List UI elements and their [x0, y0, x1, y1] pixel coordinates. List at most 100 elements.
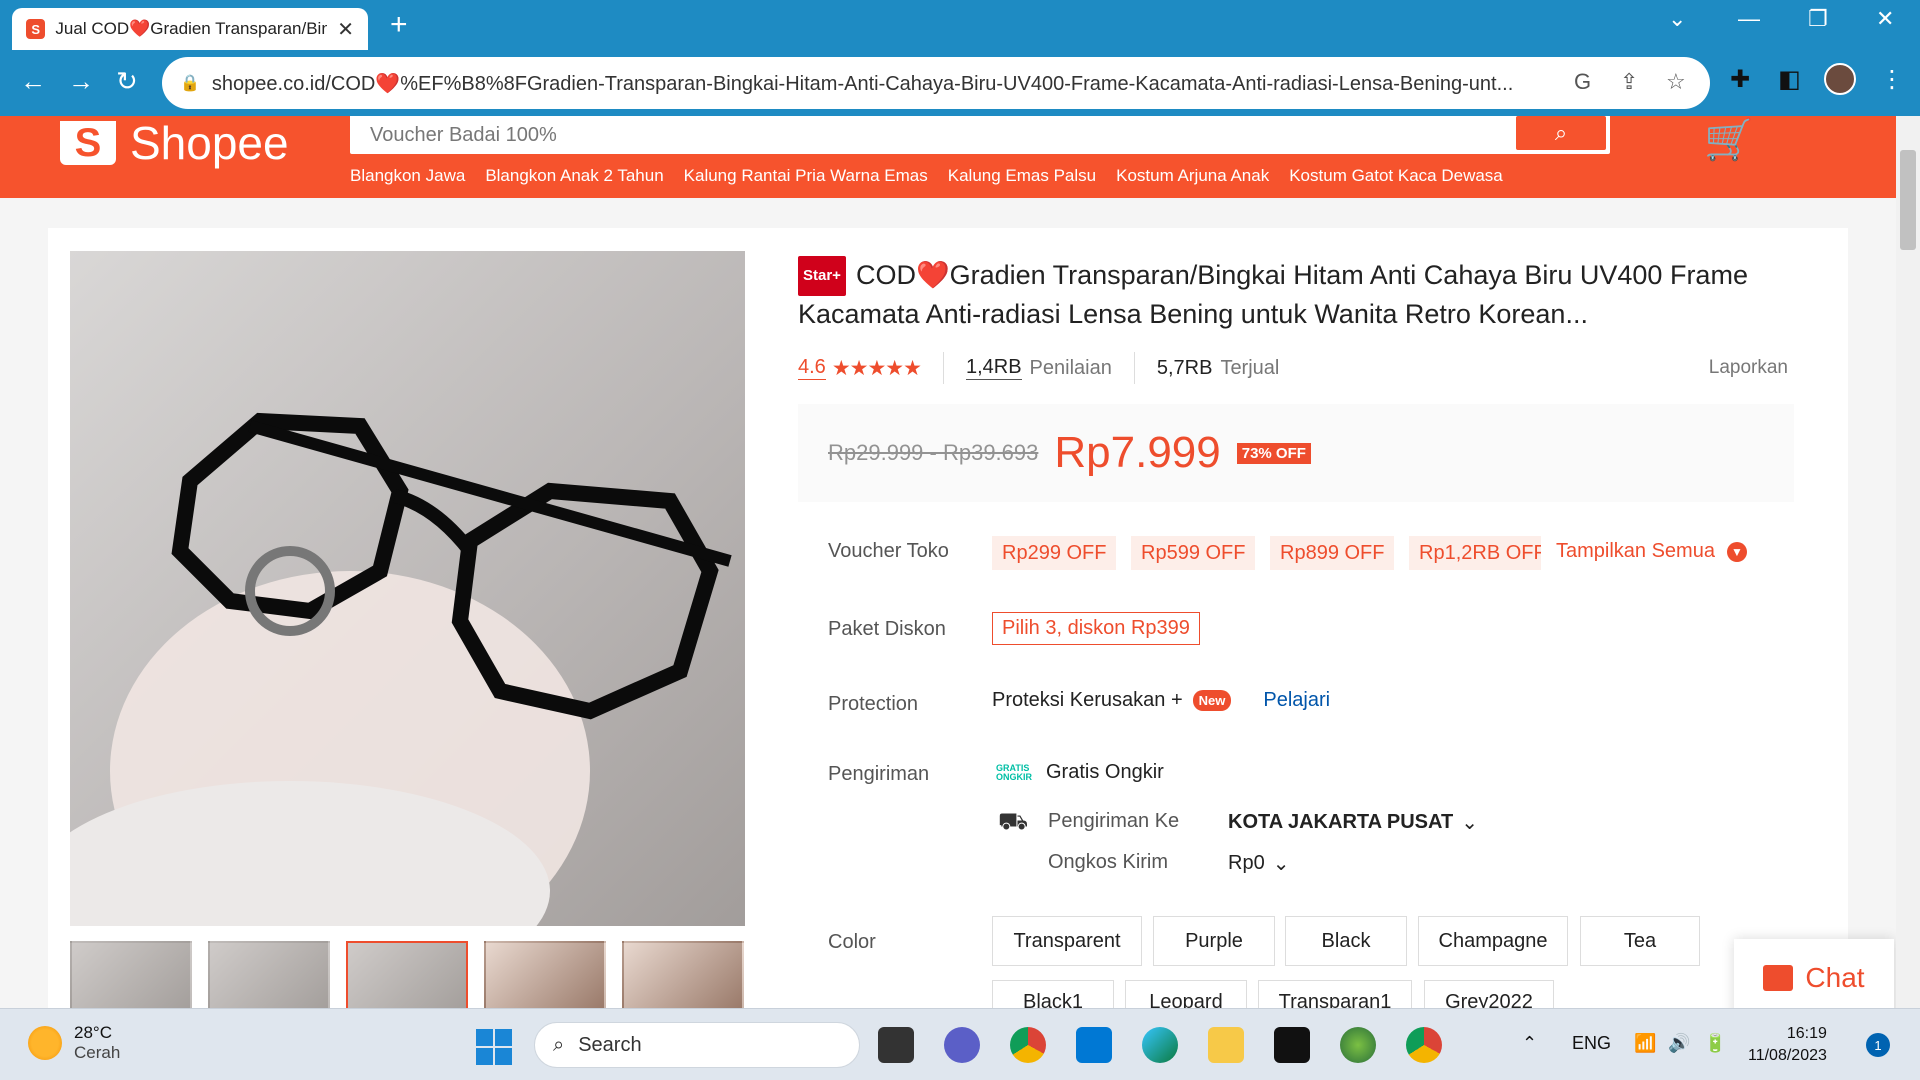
- page-scrollbar[interactable]: [1896, 116, 1920, 1008]
- cart-icon[interactable]: 🛒: [1704, 116, 1754, 163]
- current-price: Rp7.999: [1054, 428, 1221, 477]
- notification-badge[interactable]: 1: [1866, 1033, 1890, 1057]
- weather-widget[interactable]: 28°C Cerah: [28, 1023, 120, 1063]
- restore-icon[interactable]: ❐: [1808, 6, 1828, 32]
- scroll-thumb[interactable]: [1900, 150, 1916, 250]
- extensions-icon[interactable]: ✚: [1730, 65, 1750, 94]
- thumbnail[interactable]: [70, 941, 192, 1008]
- free-shipping-icon: GRATIS ONGKIR: [996, 762, 1032, 782]
- rating-value[interactable]: 4.6: [798, 356, 826, 380]
- task-view-icon[interactable]: [878, 1027, 914, 1063]
- star-plus-badge: Star+: [798, 256, 846, 296]
- new-tab-icon[interactable]: +: [390, 8, 408, 42]
- forward-icon[interactable]: →: [68, 66, 94, 97]
- divider: [1133, 352, 1135, 384]
- keyword-link[interactable]: Kalung Emas Palsu: [948, 166, 1096, 186]
- color-option[interactable]: Leopard: [1125, 980, 1247, 1008]
- keyword-link[interactable]: Kalung Rantai Pria Warna Emas: [684, 166, 928, 186]
- url-text: shopee.co.id/COD❤️%EF%B8%8FGradien-Trans…: [211, 72, 1514, 95]
- store-icon[interactable]: [1076, 1027, 1112, 1063]
- lock-icon[interactable]: 🔒: [180, 73, 200, 93]
- free-shipping: GRATIS ONGKIR Gratis Ongkir: [996, 761, 1164, 784]
- logo-text: Shopee: [130, 117, 289, 169]
- back-icon[interactable]: ←: [20, 66, 46, 97]
- protection-label: Protection: [828, 693, 919, 715]
- windows-taskbar: 28°C Cerah ⌕ Search ⌃ ENG 📶 🔊 🔋 16:19 11…: [0, 1008, 1920, 1080]
- protection-row: Proteksi Kerusakan + New Pelajari: [992, 689, 1330, 712]
- voucher-chip[interactable]: Rp899 OFF: [1270, 536, 1395, 570]
- menu-icon[interactable]: ⋮: [1880, 65, 1904, 94]
- teams-icon[interactable]: [944, 1027, 980, 1063]
- browser-tab-bar: S Jual COD❤️Gradien Transparan/Bingkai ✕…: [0, 0, 1920, 50]
- color-option[interactable]: Grey2022: [1424, 980, 1554, 1008]
- chrome-icon[interactable]: [1010, 1027, 1046, 1063]
- thumbnail[interactable]: [622, 941, 744, 1008]
- search-button[interactable]: ⌕: [1516, 116, 1606, 150]
- taskbar-search[interactable]: ⌕ Search: [534, 1022, 860, 1068]
- voucher-chip[interactable]: Rp299 OFF: [992, 536, 1117, 570]
- product-title-text: COD❤️Gradien Transparan/Bingkai Hitam An…: [798, 260, 1748, 329]
- color-option[interactable]: Black1: [992, 980, 1114, 1008]
- shopee-logo[interactable]: S Shopee: [60, 116, 289, 170]
- chrome-profile-icon[interactable]: [1406, 1027, 1442, 1063]
- keyword-link[interactable]: Blangkon Jawa: [350, 166, 465, 186]
- color-option[interactable]: Transparent: [992, 916, 1142, 966]
- close-window-icon[interactable]: ✕: [1876, 6, 1894, 32]
- keyword-link[interactable]: Kostum Arjuna Anak: [1116, 166, 1269, 186]
- color-label: Color: [828, 931, 876, 953]
- learn-more-link[interactable]: Pelajari: [1263, 689, 1330, 712]
- start-button[interactable]: [476, 1029, 512, 1065]
- app-icon[interactable]: [1274, 1027, 1310, 1063]
- show-all-label: Tampilkan Semua: [1556, 540, 1715, 562]
- shipping-cost-dropdown[interactable]: Rp0 ⌄: [1228, 851, 1289, 876]
- minimize-icon[interactable]: —: [1738, 6, 1760, 32]
- edge-icon[interactable]: [1142, 1027, 1178, 1063]
- ship-to-dropdown[interactable]: KOTA JAKARTA PUSAT ⌄: [1228, 810, 1478, 835]
- color-option[interactable]: Tea: [1580, 916, 1700, 966]
- wifi-icon[interactable]: 📶: [1634, 1033, 1656, 1054]
- voucher-chip[interactable]: Rp599 OFF: [1131, 536, 1256, 570]
- product-main-image[interactable]: [70, 251, 745, 926]
- color-option[interactable]: Purple: [1153, 916, 1275, 966]
- thumbnail[interactable]: [484, 941, 606, 1008]
- thumbnail-selected[interactable]: [346, 941, 468, 1008]
- tab-close-icon[interactable]: ✕: [337, 17, 354, 42]
- chat-icon: [1763, 965, 1794, 991]
- bookmark-star-icon[interactable]: ☆: [1666, 69, 1686, 95]
- price-box: Rp29.999 - Rp39.693 Rp7.999 73% OFF: [798, 404, 1794, 502]
- report-link[interactable]: Laporkan: [1709, 357, 1788, 379]
- bundle-label: Paket Diskon: [828, 618, 946, 640]
- new-badge: New: [1192, 690, 1232, 711]
- chevron-up-icon[interactable]: ⌃: [1522, 1033, 1537, 1054]
- reload-icon[interactable]: ↻: [116, 66, 138, 97]
- keyword-link[interactable]: Kostum Gatot Kaca Dewasa: [1289, 166, 1503, 186]
- color-option[interactable]: Transparan1: [1258, 980, 1412, 1008]
- globe-app-icon[interactable]: [1340, 1027, 1376, 1063]
- search-input[interactable]: Voucher Badai 100%: [350, 116, 1610, 154]
- clock[interactable]: 16:19 11/08/2023: [1748, 1023, 1827, 1067]
- reviews-count[interactable]: 1,4RB: [965, 356, 1022, 380]
- thumbnail[interactable]: [208, 941, 330, 1008]
- voucher-chip[interactable]: Rp1,2RB OFF: [1409, 536, 1541, 570]
- show-all-vouchers[interactable]: Tampilkan Semua ▼: [1556, 540, 1747, 563]
- protection-value: Proteksi Kerusakan +: [992, 689, 1183, 711]
- chat-button[interactable]: Chat: [1734, 939, 1894, 1008]
- browser-tab[interactable]: S Jual COD❤️Gradien Transparan/Bingkai ✕: [12, 8, 368, 50]
- date: 11/08/2023: [1748, 1047, 1827, 1064]
- tab-title: Jual COD❤️Gradien Transparan/Bingkai: [55, 19, 328, 38]
- side-panel-icon[interactable]: ◧: [1778, 65, 1801, 94]
- battery-icon[interactable]: 🔋: [1704, 1033, 1726, 1054]
- bundle-deal-button[interactable]: Pilih 3, diskon Rp399: [992, 612, 1200, 645]
- share-icon[interactable]: ⇪: [1620, 69, 1638, 95]
- google-icon[interactable]: G: [1574, 69, 1591, 95]
- profile-avatar[interactable]: [1824, 63, 1856, 95]
- color-option[interactable]: Champagne: [1418, 916, 1568, 966]
- keyword-link[interactable]: Blangkon Anak 2 Tahun: [485, 166, 663, 186]
- color-option[interactable]: Black: [1285, 916, 1407, 966]
- volume-icon[interactable]: 🔊: [1668, 1033, 1690, 1054]
- file-explorer-icon[interactable]: [1208, 1027, 1244, 1063]
- ship-to-value: KOTA JAKARTA PUSAT: [1228, 811, 1454, 833]
- tab-search-icon[interactable]: ⌄: [1668, 6, 1686, 32]
- url-field[interactable]: 🔒 shopee.co.id/COD❤️%EF%B8%8FGradien-Tra…: [162, 57, 1710, 109]
- language-indicator[interactable]: ENG: [1572, 1033, 1611, 1054]
